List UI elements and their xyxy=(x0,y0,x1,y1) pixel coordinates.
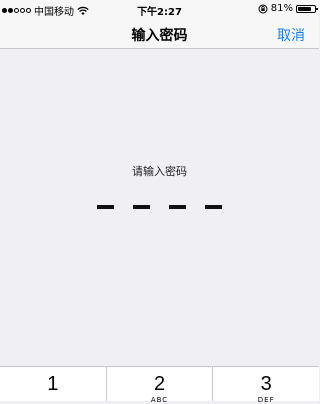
status-right: 81% xyxy=(258,3,318,14)
battery-icon xyxy=(296,4,318,13)
navigation-bar: 输入密码 取消 xyxy=(0,18,319,49)
orientation-lock-icon xyxy=(258,4,268,13)
key-digit: 2 xyxy=(153,373,166,395)
pin-slot xyxy=(97,205,114,209)
password-prompt: 请输入密码 xyxy=(132,165,187,178)
page-title: 输入密码 xyxy=(131,28,188,44)
battery-percent: 81% xyxy=(270,3,293,14)
keypad-key-3[interactable]: 3 DEF xyxy=(213,367,319,404)
keypad-key-2[interactable]: 2 ABC xyxy=(107,367,214,404)
key-letters: DEF xyxy=(257,396,275,404)
key-digit: 1 xyxy=(47,373,59,395)
pin-entry-indicator xyxy=(97,205,222,211)
pin-slot xyxy=(133,205,150,209)
cancel-button[interactable]: 取消 xyxy=(277,25,305,45)
status-bar: 中国移动 下午2:27 81% xyxy=(0,0,319,18)
key-digit: 3 xyxy=(260,373,272,395)
pin-slot xyxy=(205,205,222,209)
battery-fill xyxy=(298,6,311,11)
keypad-key-1[interactable]: 1 xyxy=(0,367,107,401)
key-letters: ABC xyxy=(150,396,169,404)
pin-slot xyxy=(169,205,186,209)
numeric-keypad: 1 2 ABC 3 DEF xyxy=(0,366,319,404)
